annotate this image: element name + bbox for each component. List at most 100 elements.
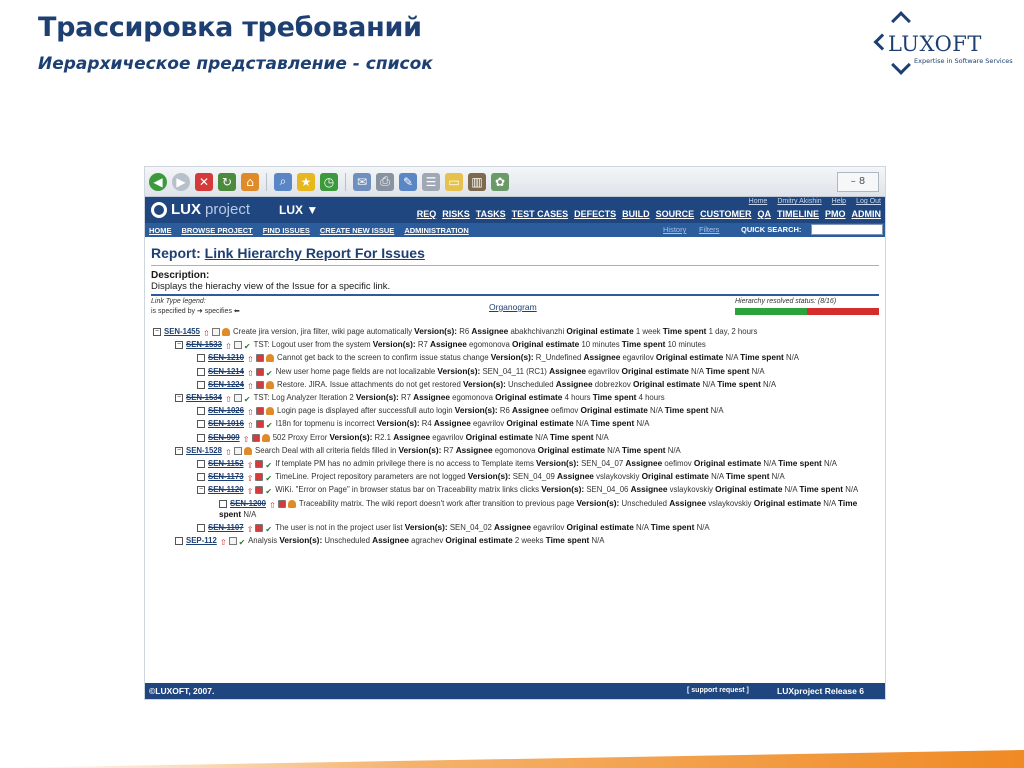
issue-key-link[interactable]: SEN-1528: [186, 446, 222, 455]
issue-key-link[interactable]: SEN-1534: [186, 393, 222, 402]
collapse-icon[interactable]: −: [175, 341, 183, 350]
stop-icon[interactable]: ✕: [195, 172, 213, 191]
collapse-icon[interactable]: −: [175, 446, 183, 455]
project-select[interactable]: LUX ▼: [279, 203, 318, 217]
leaf-checkbox-icon[interactable]: [197, 380, 205, 389]
leaf-checkbox-icon[interactable]: [197, 433, 205, 442]
leaf-checkbox-icon[interactable]: [175, 537, 183, 546]
top-link-home[interactable]: Home: [749, 198, 768, 205]
nav-home[interactable]: HOME: [149, 226, 172, 235]
search-icon[interactable]: ⌕: [274, 172, 292, 191]
back-icon[interactable]: ◀: [149, 172, 167, 191]
issue-key-link[interactable]: SEN-1016: [208, 419, 244, 428]
top-link-user[interactable]: Dmitry Akishin: [777, 198, 821, 205]
issue-version: R_Undefined: [535, 353, 582, 363]
leaf-checkbox-icon[interactable]: [219, 499, 227, 508]
favorites-icon[interactable]: ★: [297, 172, 315, 191]
issue-version: R4: [421, 419, 432, 429]
folder-icon[interactable]: ▭: [445, 172, 463, 191]
time-spent-label: Time spent: [725, 471, 770, 482]
issue-version: R7: [400, 393, 411, 403]
menu-build[interactable]: BUILD: [622, 209, 650, 219]
organogram-link[interactable]: Organogram: [489, 302, 537, 312]
nav-find-issues[interactable]: FIND ISSUES: [263, 226, 310, 235]
leaf-checkbox-icon[interactable]: [197, 354, 205, 363]
issue-key-link[interactable]: SEN-1026: [208, 406, 244, 415]
logo-brand: LUXOFT: [888, 32, 982, 56]
issue-summary: The user is not in the project user list: [275, 523, 403, 533]
support-request-link[interactable]: [ support request ]: [687, 687, 749, 694]
menu-source[interactable]: SOURCE: [656, 209, 695, 219]
issue-time-spent: N/A: [595, 432, 609, 442]
top-link-help[interactable]: Help: [832, 198, 846, 205]
link-up-icon: ⇧: [246, 474, 254, 484]
issue-version: SEN_04_02: [449, 523, 492, 533]
nav-administration[interactable]: ADMINISTRATION: [404, 226, 468, 235]
menu-qa[interactable]: QA: [757, 209, 771, 219]
menu-admin[interactable]: ADMIN: [852, 209, 882, 219]
leaf-checkbox-icon[interactable]: [197, 367, 205, 376]
print-icon[interactable]: ⎙: [376, 172, 394, 191]
estimate-label: Original estimate: [537, 444, 605, 455]
menu-pmo[interactable]: PMO: [825, 209, 846, 219]
leaf-checkbox-icon[interactable]: [197, 407, 205, 416]
issue-key-link[interactable]: SEN-1224: [208, 380, 244, 389]
leaf-checkbox-icon[interactable]: [197, 459, 205, 468]
luxproject-logo[interactable]: LUX project: [151, 201, 250, 218]
menu-test-cases[interactable]: TEST CASES: [512, 209, 569, 219]
history-icon[interactable]: ◷: [320, 172, 338, 191]
issue-key-link[interactable]: SEN-909: [208, 433, 240, 442]
home-icon[interactable]: ⌂: [241, 172, 259, 191]
menu-defects[interactable]: DEFECTS: [574, 209, 616, 219]
collapse-icon[interactable]: −: [153, 327, 161, 336]
hierarchy-status: Hierarchy resolved status: (8/16): [735, 298, 837, 305]
issue-version: SEN_04_06: [586, 485, 629, 495]
messenger-icon[interactable]: ✿: [491, 172, 509, 191]
issue-key-link[interactable]: SEP-112: [186, 536, 217, 545]
time-spent-label: Time spent: [650, 522, 695, 533]
menu-req[interactable]: REQ: [417, 209, 437, 219]
time-spent-label: Time spent: [545, 535, 590, 546]
tree-node: − SEN-1534 ⇧ ✔ TST: Log Analyzer Iteration…: [151, 392, 879, 404]
quick-search-input[interactable]: [811, 224, 883, 235]
task-icon: ✔: [265, 368, 273, 378]
research-icon[interactable]: ▥: [468, 172, 486, 191]
top-link-logout[interactable]: Log Out: [856, 198, 881, 205]
nav-browse-project[interactable]: BROWSE PROJECT: [182, 226, 253, 235]
issue-key-link[interactable]: SEN-1214: [208, 367, 244, 376]
menu-customer[interactable]: CUSTOMER: [700, 209, 751, 219]
nav-create-new-issue[interactable]: CREATE NEW ISSUE: [320, 226, 394, 235]
report-title-link[interactable]: Link Hierarchy Report For Issues: [205, 245, 425, 261]
issue-key-link[interactable]: SEN-1107: [208, 523, 244, 532]
window-controls[interactable]: – 8: [837, 171, 879, 192]
refresh-icon[interactable]: ↻: [218, 172, 236, 191]
menu-risks[interactable]: RISKS: [442, 209, 470, 219]
collapse-icon[interactable]: −: [175, 393, 183, 402]
issue-assignee: egomonova: [494, 445, 536, 455]
issue-time-spent: N/A: [771, 472, 785, 482]
forward-icon[interactable]: ▶: [172, 172, 190, 191]
filters-link[interactable]: Filters: [699, 225, 719, 234]
collapse-icon[interactable]: −: [197, 486, 205, 495]
issue-summary: Analysis: [248, 536, 278, 546]
issue-key-link[interactable]: SEN-1455: [164, 327, 200, 336]
issue-key-link[interactable]: SEN-1210: [208, 353, 244, 362]
issue-key-link[interactable]: SEN-1533: [186, 340, 222, 349]
leaf-checkbox-icon[interactable]: [197, 473, 205, 482]
issue-key-link[interactable]: SEN-1120: [208, 485, 244, 494]
tree-node: SEP-112 ⇧ ✔ Analysis Version(s): Unschedu…: [151, 535, 879, 547]
legend-label: Link Type legend:: [151, 298, 206, 305]
leaf-checkbox-icon[interactable]: [197, 420, 205, 429]
menu-timeline[interactable]: TIMELINE: [777, 209, 819, 219]
issue-key-link[interactable]: SEN-1152: [208, 459, 244, 468]
discuss-icon[interactable]: ☰: [422, 172, 440, 191]
mail-icon[interactable]: ✉: [353, 172, 371, 191]
menu-tasks[interactable]: TASKS: [476, 209, 506, 219]
history-link[interactable]: History: [663, 225, 686, 234]
leaf-checkbox-icon[interactable]: [197, 523, 205, 532]
edit-icon[interactable]: ✎: [399, 172, 417, 191]
version-label: Version(s):: [576, 497, 620, 508]
assignee-label: Assignee: [413, 392, 450, 403]
issue-key-link[interactable]: SEN-1200: [230, 499, 266, 508]
issue-key-link[interactable]: SEN-1173: [208, 472, 244, 481]
